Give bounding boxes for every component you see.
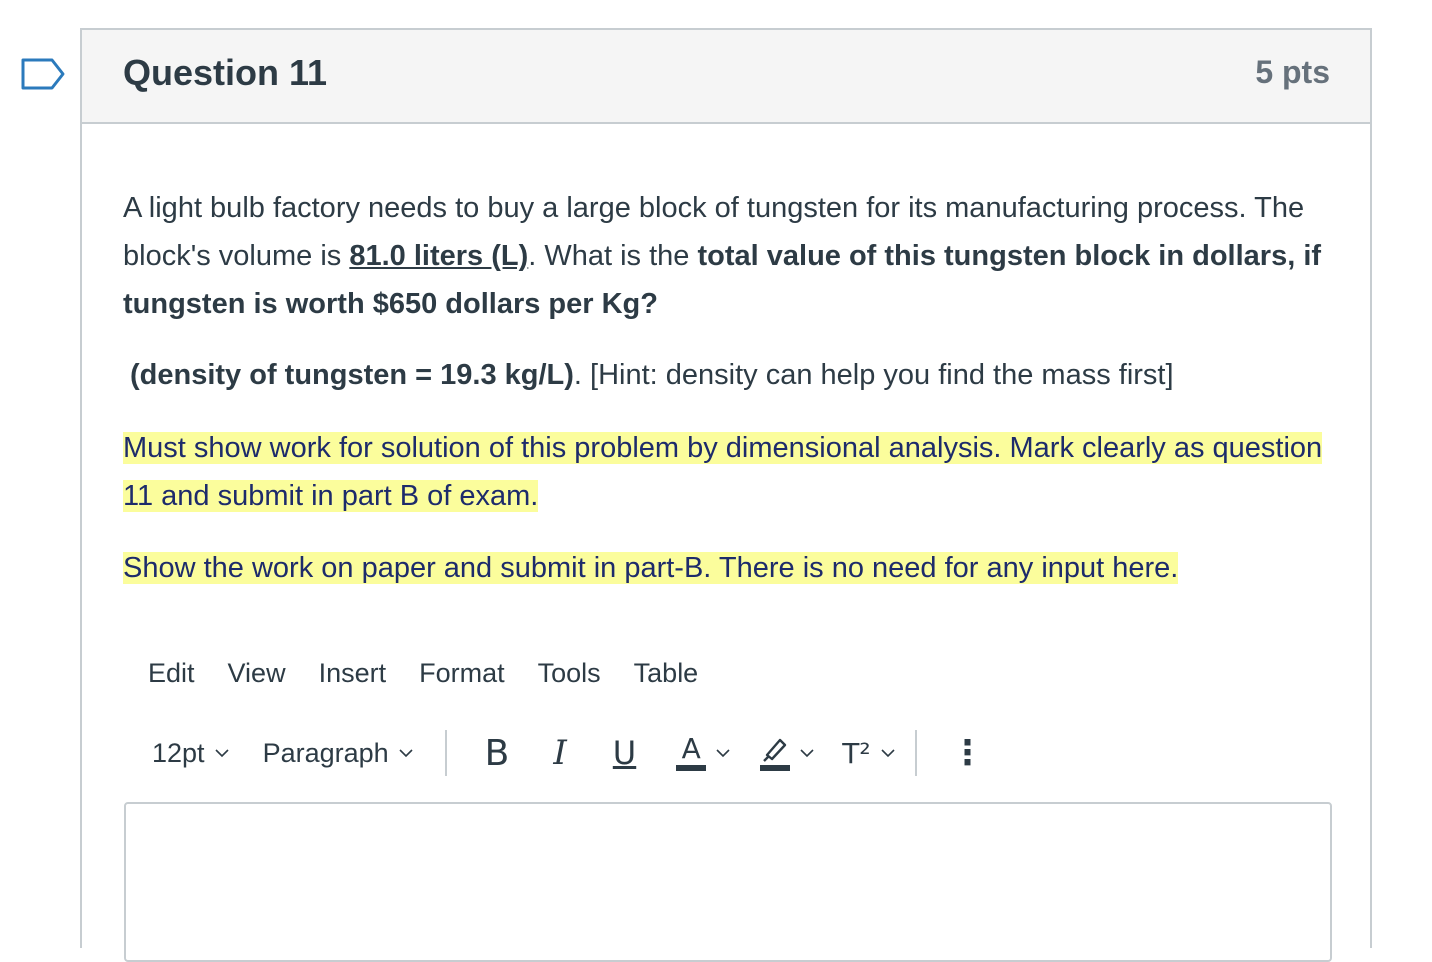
volume-value: 81.0 liters (L) xyxy=(349,240,529,272)
font-size-value: 12pt xyxy=(152,737,205,768)
toolbar-divider xyxy=(914,730,917,776)
chevron-down-icon xyxy=(800,749,814,758)
editor-toolbar: 12pt Paragraph B I U A T² ⋮ xyxy=(152,728,985,778)
more-icon: ⋮ xyxy=(950,733,985,773)
density-value: (density of tungsten = 19.3 kg/L) xyxy=(130,359,574,391)
rich-text-editor[interactable] xyxy=(124,802,1332,962)
question-card: Question 11 5 pts A light bulb factory n… xyxy=(80,28,1372,962)
question-title: Question 11 xyxy=(123,52,328,93)
question-text: A light bulb factory needs to buy a larg… xyxy=(123,184,1323,328)
font-size-select[interactable]: 12pt xyxy=(152,738,229,769)
chevron-down-icon xyxy=(716,749,730,758)
italic-button[interactable]: I xyxy=(553,733,566,773)
bold-button[interactable]: B xyxy=(485,733,510,774)
hint-text: . [Hint: density can help you find the m… xyxy=(573,359,1174,391)
block-format-value: Paragraph xyxy=(262,737,389,768)
chevron-down-icon xyxy=(880,749,895,758)
highlight-swatch xyxy=(760,765,791,771)
editor-menubar: Edit View Insert Format Tools Table xyxy=(148,658,731,694)
instruction-1: Must show work for solution of this prob… xyxy=(123,424,1323,520)
highlight-color-button[interactable] xyxy=(760,735,814,771)
highlighted-instruction: Must show work for solution of this prob… xyxy=(123,432,1323,512)
superscript-icon: T² xyxy=(842,736,871,770)
text-color-icon: A xyxy=(676,732,707,771)
instruction-2: Show the work on paper and submit in par… xyxy=(123,544,1323,592)
chevron-down-icon xyxy=(399,749,413,758)
highlighter-glyph xyxy=(763,738,787,762)
highlighted-instruction: Show the work on paper and submit in par… xyxy=(123,552,1179,584)
menu-tools[interactable]: Tools xyxy=(538,658,601,694)
question-header: Question 11 5 pts xyxy=(82,30,1370,124)
menu-table[interactable]: Table xyxy=(634,658,699,694)
bookmark-flag-icon[interactable] xyxy=(20,57,66,91)
underline-button[interactable]: U xyxy=(613,734,636,772)
menu-format[interactable]: Format xyxy=(419,658,505,694)
italic-icon: I xyxy=(553,733,567,773)
question-text-part: . What is the xyxy=(528,240,698,272)
chevron-down-icon xyxy=(214,749,229,758)
menu-edit[interactable]: Edit xyxy=(148,658,195,694)
color-swatch xyxy=(676,765,707,771)
highlighter-icon xyxy=(760,735,791,771)
question-points: 5 pts xyxy=(1255,54,1330,90)
text-color-button[interactable]: A xyxy=(676,735,730,771)
text-color-letter: A xyxy=(681,732,701,765)
underline-icon: U xyxy=(612,734,637,772)
menu-view[interactable]: View xyxy=(228,658,286,694)
bold-icon: B xyxy=(484,732,510,774)
more-button[interactable]: ⋮ xyxy=(951,733,985,773)
block-format-select[interactable]: Paragraph xyxy=(263,738,413,769)
menu-insert[interactable]: Insert xyxy=(319,658,387,694)
superscript-button[interactable]: T² xyxy=(842,736,895,770)
density-hint: (density of tungsten = 19.3 kg/L). [Hint… xyxy=(130,351,1330,399)
toolbar-divider xyxy=(444,730,447,776)
